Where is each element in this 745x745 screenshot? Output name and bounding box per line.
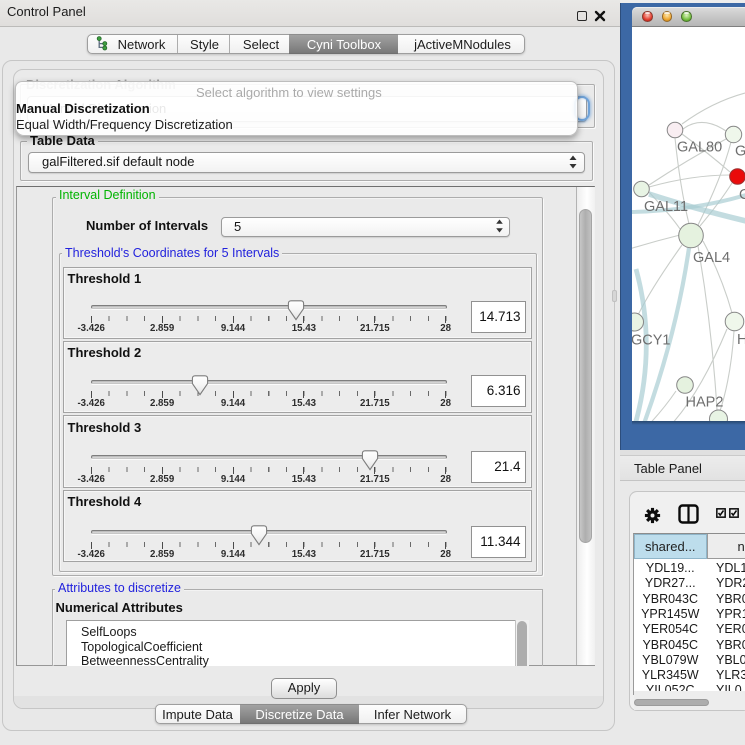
svg-text:GCY1: GCY1 bbox=[632, 333, 671, 349]
svg-text:GAL11: GAL11 bbox=[644, 199, 688, 215]
svg-text:GA: GA bbox=[735, 144, 745, 160]
svg-text:GAL4: GAL4 bbox=[693, 250, 730, 266]
svg-text:C: C bbox=[739, 187, 745, 203]
svg-text:HAP2: HAP2 bbox=[685, 395, 723, 411]
svg-text:H: H bbox=[737, 332, 745, 348]
svg-text:GAL80: GAL80 bbox=[677, 140, 722, 156]
